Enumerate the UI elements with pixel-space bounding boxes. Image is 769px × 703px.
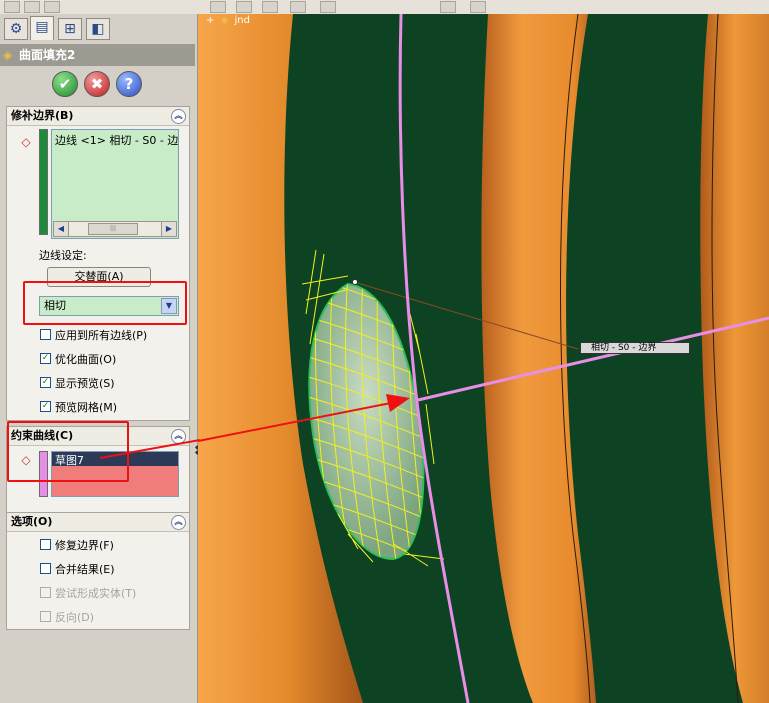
scroll-right-icon[interactable]: ▶: [161, 222, 176, 236]
property-manager-icon: ▤: [35, 19, 49, 35]
edge-selection-icon: ◇: [21, 135, 31, 149]
apply-all-edges-label: 应用到所有边线(P): [55, 329, 148, 342]
options-title: 选项(O): [11, 515, 53, 528]
toolbar-button[interactable]: [44, 1, 60, 13]
apply-all-edges-checkbox[interactable]: [40, 329, 51, 340]
optimize-surface-checkbox[interactable]: ✓: [40, 353, 51, 364]
top-toolbar-strip: [0, 0, 769, 15]
expand-icon[interactable]: +: [206, 15, 214, 26]
toolbar-button[interactable]: [320, 1, 336, 13]
manager-tabs: ⚙ ▤ ⊞ ◧: [2, 16, 194, 42]
part-icon: ◈: [220, 15, 229, 26]
preview-mesh-checkbox[interactable]: ✓: [40, 401, 51, 412]
confirm-row: ✔ ✖ ?: [0, 68, 195, 100]
fix-boundary-label: 修复边界(F): [55, 539, 114, 552]
options-header[interactable]: 选项(O) ︽: [7, 513, 189, 532]
display-manager-tab[interactable]: ◧: [86, 18, 110, 40]
show-preview-checkbox[interactable]: ✓: [40, 377, 51, 388]
edge-list-item[interactable]: 边线 <1> 相切 - S0 - 边: [55, 132, 178, 148]
feature-manager-icon: ⚙: [9, 21, 23, 37]
patch-boundary-group: 修补边界(B) ︽ ◇ 边线 <1> 相切 - S0 - 边 ◀ ||| ▶ 边…: [6, 106, 190, 421]
display-manager-icon: ◧: [91, 21, 105, 37]
curvature-control-select[interactable]: 相切 ▼: [39, 296, 179, 316]
optimize-surface-label: 优化曲面(O): [55, 353, 117, 366]
toolbar-button[interactable]: [24, 1, 40, 13]
model-view: [198, 14, 769, 703]
fix-boundary-checkbox[interactable]: [40, 539, 51, 550]
surface-fill-icon: ◈: [3, 48, 13, 62]
try-form-solid-checkbox: [40, 587, 51, 598]
patch-boundary-header[interactable]: 修补边界(B) ︽: [7, 107, 189, 126]
merge-result-label: 合并结果(E): [55, 563, 115, 576]
help-icon: ?: [124, 75, 134, 93]
edge-list[interactable]: 边线 <1> 相切 - S0 - 边 ◀ ||| ▶: [51, 129, 179, 239]
chevron-down-icon[interactable]: ▼: [161, 298, 177, 314]
property-manager-panel: ⚙ ▤ ⊞ ◧ ◈ 曲面填充2 ✔ ✖ ? 修补边界(B) ︽ ◇ 边线 <1> …: [0, 14, 198, 703]
toolbar-button[interactable]: [290, 1, 306, 13]
graphics-viewport[interactable]: [198, 14, 769, 703]
reverse-checkbox: [40, 611, 51, 622]
merge-result-checkbox[interactable]: [40, 563, 51, 574]
close-icon: ✖: [90, 75, 104, 93]
feature-title: 曲面填充2: [19, 48, 76, 62]
feature-title-bar: ◈ 曲面填充2: [0, 44, 195, 66]
edge-callout[interactable]: 相切 - S0 - 边界: [580, 342, 690, 354]
configuration-manager-icon: ⊞: [64, 21, 76, 37]
toolbar-button[interactable]: [470, 1, 486, 13]
toolbar-button[interactable]: [262, 1, 278, 13]
show-preview-label: 显示预览(S): [55, 377, 115, 390]
help-button[interactable]: ?: [116, 71, 142, 97]
toolbar-button[interactable]: [236, 1, 252, 13]
configuration-manager-tab[interactable]: ⊞: [58, 18, 82, 40]
toolbar-button[interactable]: [210, 1, 226, 13]
reverse-label: 反向(D): [55, 611, 95, 624]
vertex-point[interactable]: [352, 279, 358, 285]
cancel-button[interactable]: ✖: [84, 71, 110, 97]
alternate-face-button[interactable]: 交替面(A): [47, 267, 151, 287]
selection-color-strip: [39, 129, 48, 235]
collapse-chevron-icon[interactable]: ︽: [171, 109, 186, 124]
preview-mesh-label: 预览网格(M): [55, 401, 118, 414]
collapse-chevron-icon[interactable]: ︽: [171, 515, 186, 530]
edge-list-scrollbar[interactable]: ◀ ||| ▶: [53, 221, 177, 237]
check-icon: ✔: [58, 75, 72, 93]
edge-settings-label: 边线设定:: [39, 249, 87, 262]
curve-selection-icon: ◇: [21, 453, 31, 467]
patch-boundary-title: 修补边界(B): [11, 109, 74, 122]
options-group: 选项(O) ︽ 修复边界(F) 合并结果(E) 尝试形成实体(T) 反向(D): [6, 512, 190, 630]
feature-tree-overlay: + ◈ jnd: [206, 15, 250, 26]
property-manager-tab[interactable]: ▤: [30, 16, 54, 40]
scroll-left-icon[interactable]: ◀: [54, 222, 69, 236]
constraint-curves-title: 约束曲线(C): [11, 429, 74, 442]
part-name[interactable]: jnd: [234, 15, 249, 26]
scroll-thumb[interactable]: |||: [88, 223, 138, 235]
toolbar-button[interactable]: [440, 1, 456, 13]
curvature-control-value: 相切: [44, 299, 66, 312]
ok-button[interactable]: ✔: [52, 71, 78, 97]
feature-manager-tab[interactable]: ⚙: [4, 18, 28, 40]
annotation-arrow-tail: [100, 439, 200, 459]
try-form-solid-label: 尝试形成实体(T): [55, 587, 137, 600]
constraint-color-strip: [39, 451, 48, 497]
toolbar-button[interactable]: [4, 1, 20, 13]
